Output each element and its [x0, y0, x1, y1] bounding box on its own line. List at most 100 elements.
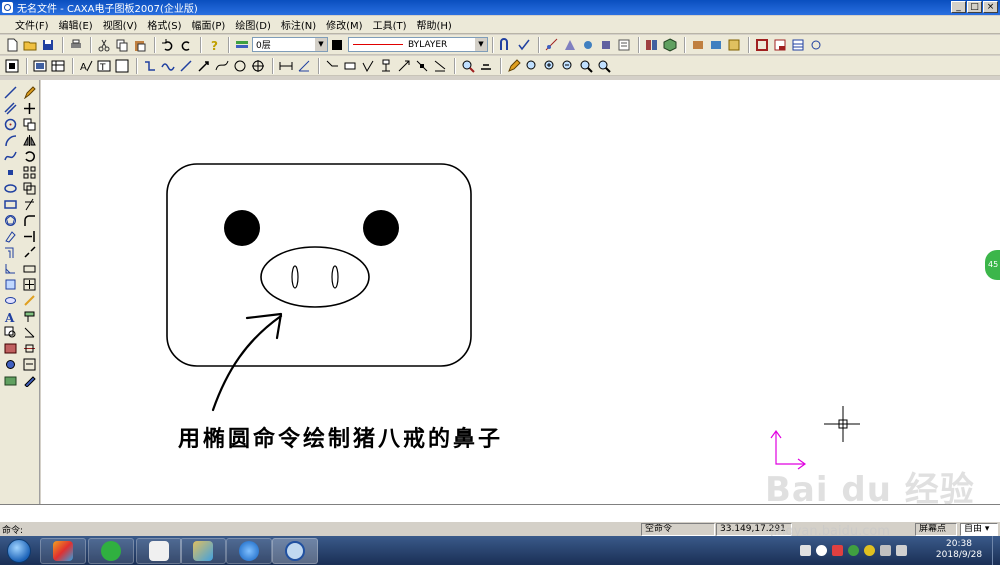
text-tool[interactable]: A — [2, 308, 18, 324]
tool-d3[interactable] — [50, 58, 66, 74]
menu-view[interactable]: 视图(V) — [98, 17, 143, 32]
parallel-line-tool[interactable] — [2, 100, 18, 116]
tool-e1[interactable] — [142, 58, 158, 74]
linetype-select[interactable]: BYLAYER ▼ — [348, 37, 488, 52]
tool-e7[interactable] — [250, 58, 266, 74]
equidistant-tool[interactable] — [2, 244, 18, 260]
fill-tool[interactable] — [2, 276, 18, 292]
align-tool[interactable] — [21, 340, 37, 356]
tool-n1[interactable] — [498, 37, 514, 53]
edit-text-tool[interactable] — [21, 372, 37, 388]
filter-tool[interactable] — [21, 356, 37, 372]
side-float-badge[interactable]: 45 — [985, 250, 1000, 280]
break-tool[interactable] — [21, 244, 37, 260]
close-button[interactable]: × — [983, 1, 998, 13]
tool-g6[interactable] — [414, 58, 430, 74]
trim-tool[interactable] — [21, 196, 37, 212]
taskbar-app-2[interactable] — [88, 538, 134, 564]
library-tool[interactable] — [2, 340, 18, 356]
cut-button[interactable] — [96, 37, 112, 53]
tool-d4[interactable]: A — [78, 58, 94, 74]
save-button[interactable] — [40, 37, 56, 53]
redo-button[interactable] — [178, 37, 194, 53]
tray-plus-icon[interactable] — [864, 545, 875, 556]
explode-tool[interactable] — [21, 292, 37, 308]
layer-select[interactable]: 0层 ▼ — [252, 37, 328, 52]
start-button[interactable] — [4, 537, 34, 564]
taskbar-app-3[interactable] — [136, 538, 182, 564]
menu-tools[interactable]: 工具(T) — [368, 17, 412, 32]
block-tool[interactable] — [2, 292, 18, 308]
rectangle-tool[interactable] — [2, 196, 18, 212]
fillet-tool[interactable] — [21, 212, 37, 228]
tool-g3[interactable] — [360, 58, 376, 74]
left-eye[interactable] — [224, 210, 260, 246]
tool-i6[interactable] — [596, 58, 612, 74]
layer-manager-button[interactable] — [234, 37, 250, 53]
tool-e6[interactable] — [232, 58, 248, 74]
tray-app-icon[interactable] — [832, 545, 843, 556]
lengthen-tool[interactable] — [21, 276, 37, 292]
tool-d1[interactable] — [4, 58, 20, 74]
point-tool[interactable] — [2, 164, 18, 180]
move-tool[interactable] — [21, 100, 37, 116]
copy-tool[interactable] — [21, 116, 37, 132]
tool-g4[interactable] — [378, 58, 394, 74]
tool-g2[interactable] — [342, 58, 358, 74]
paste-button[interactable] — [132, 37, 148, 53]
tool-i2[interactable] — [524, 58, 540, 74]
arc-tool[interactable] — [2, 132, 18, 148]
tool-g1[interactable] — [324, 58, 340, 74]
tool-b4[interactable] — [708, 37, 724, 53]
snap-mode-select[interactable]: 自由 ▾ — [960, 523, 998, 536]
parts-tool[interactable] — [2, 372, 18, 388]
tool-d6[interactable] — [114, 58, 130, 74]
tool-c1[interactable] — [754, 37, 770, 53]
extend-tool[interactable] — [21, 228, 37, 244]
taskbar-app-4[interactable] — [180, 538, 226, 564]
menu-sheet[interactable]: 幅面(P) — [187, 17, 231, 32]
tool-f1[interactable] — [278, 58, 294, 74]
tool-d2[interactable] — [32, 58, 48, 74]
tool-a4[interactable] — [598, 37, 614, 53]
tool-g5[interactable] — [396, 58, 412, 74]
tool-h2[interactable] — [478, 58, 494, 74]
mirror-tool[interactable] — [21, 132, 37, 148]
tool-e4[interactable] — [196, 58, 212, 74]
tool-b5[interactable] — [726, 37, 742, 53]
menu-draw[interactable]: 绘图(D) — [230, 17, 276, 32]
tool-a5[interactable] — [616, 37, 632, 53]
erase-tool[interactable] — [21, 84, 37, 100]
color-select[interactable] — [332, 39, 342, 50]
hatch-edit-tool[interactable] — [21, 324, 37, 340]
scale-tool[interactable] — [21, 180, 37, 196]
security-shield-icon[interactable] — [848, 545, 859, 556]
tool-i4[interactable] — [560, 58, 576, 74]
tool-e5[interactable] — [214, 58, 230, 74]
tool-a1[interactable] — [544, 37, 560, 53]
line-tool[interactable] — [2, 84, 18, 100]
left-nostril[interactable] — [291, 265, 299, 289]
drawing-canvas[interactable]: 用椭圆命令绘制猪八戒的鼻子 — [41, 80, 1000, 504]
new-file-button[interactable] — [4, 37, 20, 53]
tool-i3[interactable] — [542, 58, 558, 74]
polygon-tool[interactable] — [2, 212, 18, 228]
tool-n2[interactable] — [516, 37, 532, 53]
menu-file[interactable]: 文件(F) — [10, 17, 54, 32]
print-button[interactable] — [68, 37, 84, 53]
network-icon[interactable] — [880, 545, 891, 556]
tool-c4[interactable] — [808, 37, 824, 53]
gear-tool[interactable] — [2, 356, 18, 372]
taskbar-app-1[interactable] — [40, 538, 86, 564]
face-outline[interactable] — [166, 163, 472, 367]
spline-tool[interactable] — [2, 148, 18, 164]
tool-g7[interactable] — [432, 58, 448, 74]
menu-help[interactable]: 帮助(H) — [412, 17, 457, 32]
menu-edit[interactable]: 编辑(E) — [54, 17, 98, 32]
tool-d5[interactable]: T — [96, 58, 112, 74]
menu-modify[interactable]: 修改(M) — [321, 17, 367, 32]
tool-e2[interactable] — [160, 58, 176, 74]
tool-c2[interactable] — [772, 37, 788, 53]
screen-point-indicator[interactable]: 屏幕点 — [915, 523, 957, 536]
array-tool[interactable] — [21, 164, 37, 180]
